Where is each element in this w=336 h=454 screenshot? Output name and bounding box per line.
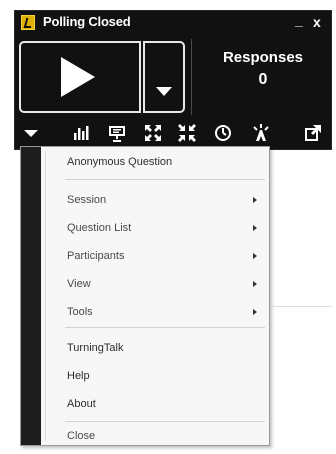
- collapse-icon[interactable]: [177, 123, 197, 143]
- responses-count: 0: [258, 71, 268, 88]
- divider: [45, 151, 46, 441]
- menu-item-label: View: [67, 278, 91, 290]
- background-divider: [272, 306, 332, 307]
- menu-item-help[interactable]: Help: [67, 367, 263, 385]
- app-logo-icon: [21, 15, 35, 30]
- divider: [191, 39, 192, 115]
- close-window-button[interactable]: x: [313, 13, 321, 31]
- responses-label: Responses: [222, 49, 304, 66]
- menu-item-close[interactable]: Close: [67, 427, 263, 445]
- popout-icon[interactable]: [303, 123, 323, 143]
- toolbar: [15, 119, 331, 149]
- submenu-arrow-icon: [253, 281, 257, 287]
- title-bar[interactable]: Polling Closed _ x: [15, 11, 331, 35]
- submenu-arrow-icon: [253, 197, 257, 203]
- chevron-down-icon: [156, 87, 172, 96]
- fullscreen-icon[interactable]: [143, 123, 163, 143]
- polling-options-dropdown[interactable]: [143, 41, 185, 113]
- menu-item-session[interactable]: Session: [67, 191, 263, 209]
- menu-item-label: About: [67, 398, 96, 410]
- pointer-icon[interactable]: [251, 123, 271, 143]
- menu-item-label: Close: [67, 430, 96, 442]
- start-polling-button[interactable]: [19, 41, 141, 113]
- menu-toggle-icon[interactable]: [21, 123, 41, 143]
- menu-item-label: Tools: [67, 306, 93, 318]
- menu-separator: [65, 327, 265, 328]
- submenu-arrow-icon: [253, 225, 257, 231]
- window-title: Polling Closed: [43, 14, 131, 29]
- timer-icon[interactable]: [213, 123, 233, 143]
- presentation-icon[interactable]: [107, 123, 127, 143]
- polling-widget: Polling Closed _ x Responses 0: [14, 10, 332, 150]
- menu-item-label: Participants: [67, 250, 125, 262]
- polling-controls: [19, 41, 185, 113]
- menu-separator: [65, 179, 265, 180]
- submenu-arrow-icon: [253, 309, 257, 315]
- menu-item-question-list[interactable]: Question List: [67, 219, 263, 237]
- menu-gutter: [21, 147, 41, 445]
- submenu-arrow-icon: [253, 253, 257, 259]
- menu-item-label: Session: [67, 194, 107, 206]
- menu-item-view[interactable]: View: [67, 275, 263, 293]
- minimize-button[interactable]: _: [295, 11, 303, 29]
- menu-item-about[interactable]: About: [67, 395, 263, 413]
- menu-separator: [65, 421, 265, 422]
- screen: Polling Closed _ x Responses 0 Anonymous…: [0, 0, 336, 454]
- menu-item-anonymous-question[interactable]: Anonymous Question: [67, 153, 263, 171]
- menu-item-participants[interactable]: Participants: [67, 247, 263, 265]
- bar-chart-icon[interactable]: [71, 123, 91, 143]
- menu-item-turningtalk[interactable]: TurningTalk: [67, 339, 263, 357]
- menu-item-label: Question List: [67, 222, 132, 234]
- menu-item-label: Help: [67, 370, 90, 382]
- context-menu: Anonymous Question Session Question List…: [20, 146, 270, 446]
- menu-item-label: Anonymous Question: [67, 156, 173, 168]
- play-icon: [61, 57, 95, 97]
- menu-item-label: TurningTalk: [67, 342, 124, 354]
- menu-item-tools[interactable]: Tools: [67, 303, 263, 321]
